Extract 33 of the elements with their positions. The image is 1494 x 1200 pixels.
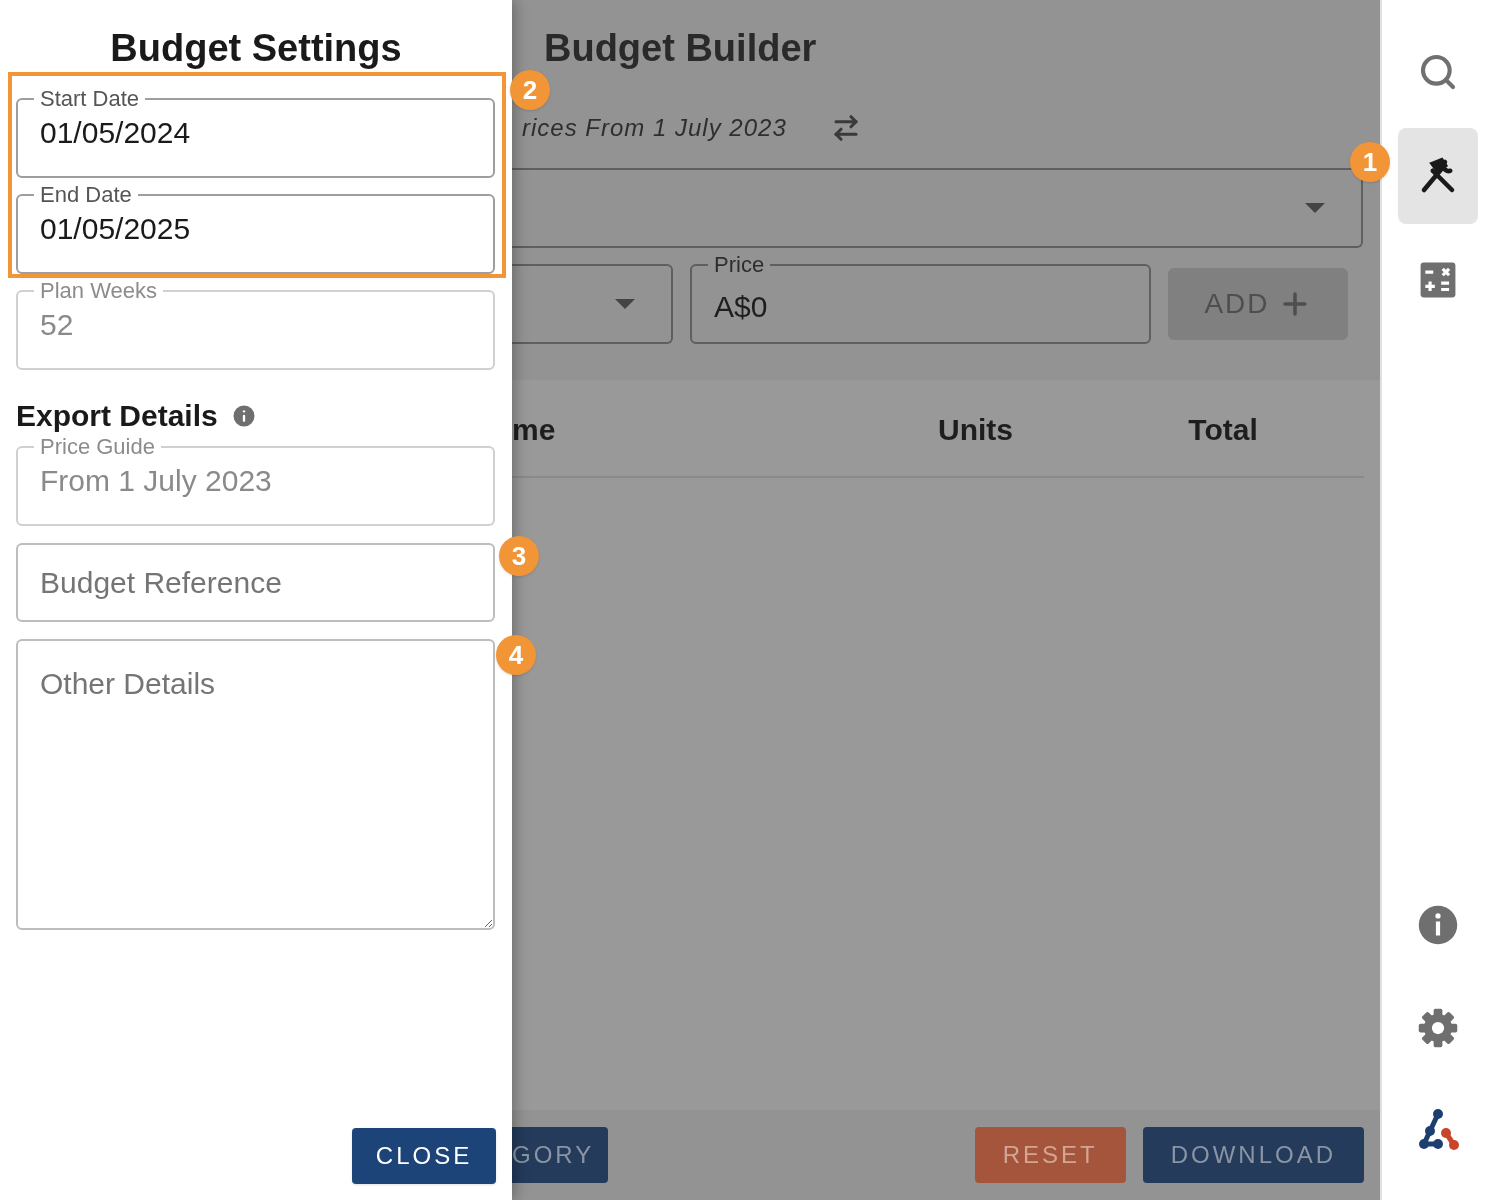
dropdown-caret-icon (1305, 203, 1325, 213)
price-field[interactable]: Price A$0 (690, 254, 1151, 344)
text-field[interactable]: End Date 01/05/2025 (16, 184, 495, 274)
column-header: Units (937, 411, 1014, 448)
field-value: A$0 (713, 288, 769, 325)
field-label: Price Guide (39, 436, 156, 458)
budget-reference-field[interactable]: Budget Reference (16, 543, 495, 622)
action-button[interactable]: GORY (512, 1127, 608, 1183)
action-button[interactable]: DOWNLOAD (1142, 1127, 1364, 1183)
export-details-heading: Export Details (16, 398, 218, 434)
field-label: Plan Weeks (39, 280, 158, 302)
column-header: me (512, 411, 557, 448)
info-icon (1417, 904, 1459, 946)
calculator-icon (1419, 261, 1457, 299)
field-value: 01/05/2025 (39, 211, 192, 247)
field-label: Start Date (39, 88, 141, 110)
field-value: From 1 July 2023 (39, 463, 273, 499)
close-button[interactable]: CLOSE (352, 1128, 496, 1184)
price-guide-text: rices From 1 July 2023 (522, 113, 787, 143)
page-title: Budget Builder (544, 26, 818, 71)
field-value: 01/05/2024 (39, 115, 192, 151)
reset-button[interactable]: RESET (974, 1127, 1126, 1183)
drawer-title: Budget Settings (110, 26, 402, 71)
other-details-field[interactable]: Other Details (16, 639, 495, 930)
field-label: Price (713, 254, 766, 276)
field-value: 52 (39, 307, 75, 343)
sidebar-item[interactable] (1398, 128, 1478, 224)
text-field[interactable]: Start Date 01/05/2024 (16, 88, 495, 178)
column-header: Total (1187, 411, 1259, 448)
dropdown-caret-icon (615, 299, 635, 309)
settings-icon (1417, 1007, 1459, 1049)
search-icon (1418, 52, 1458, 92)
field-label: End Date (39, 184, 133, 206)
